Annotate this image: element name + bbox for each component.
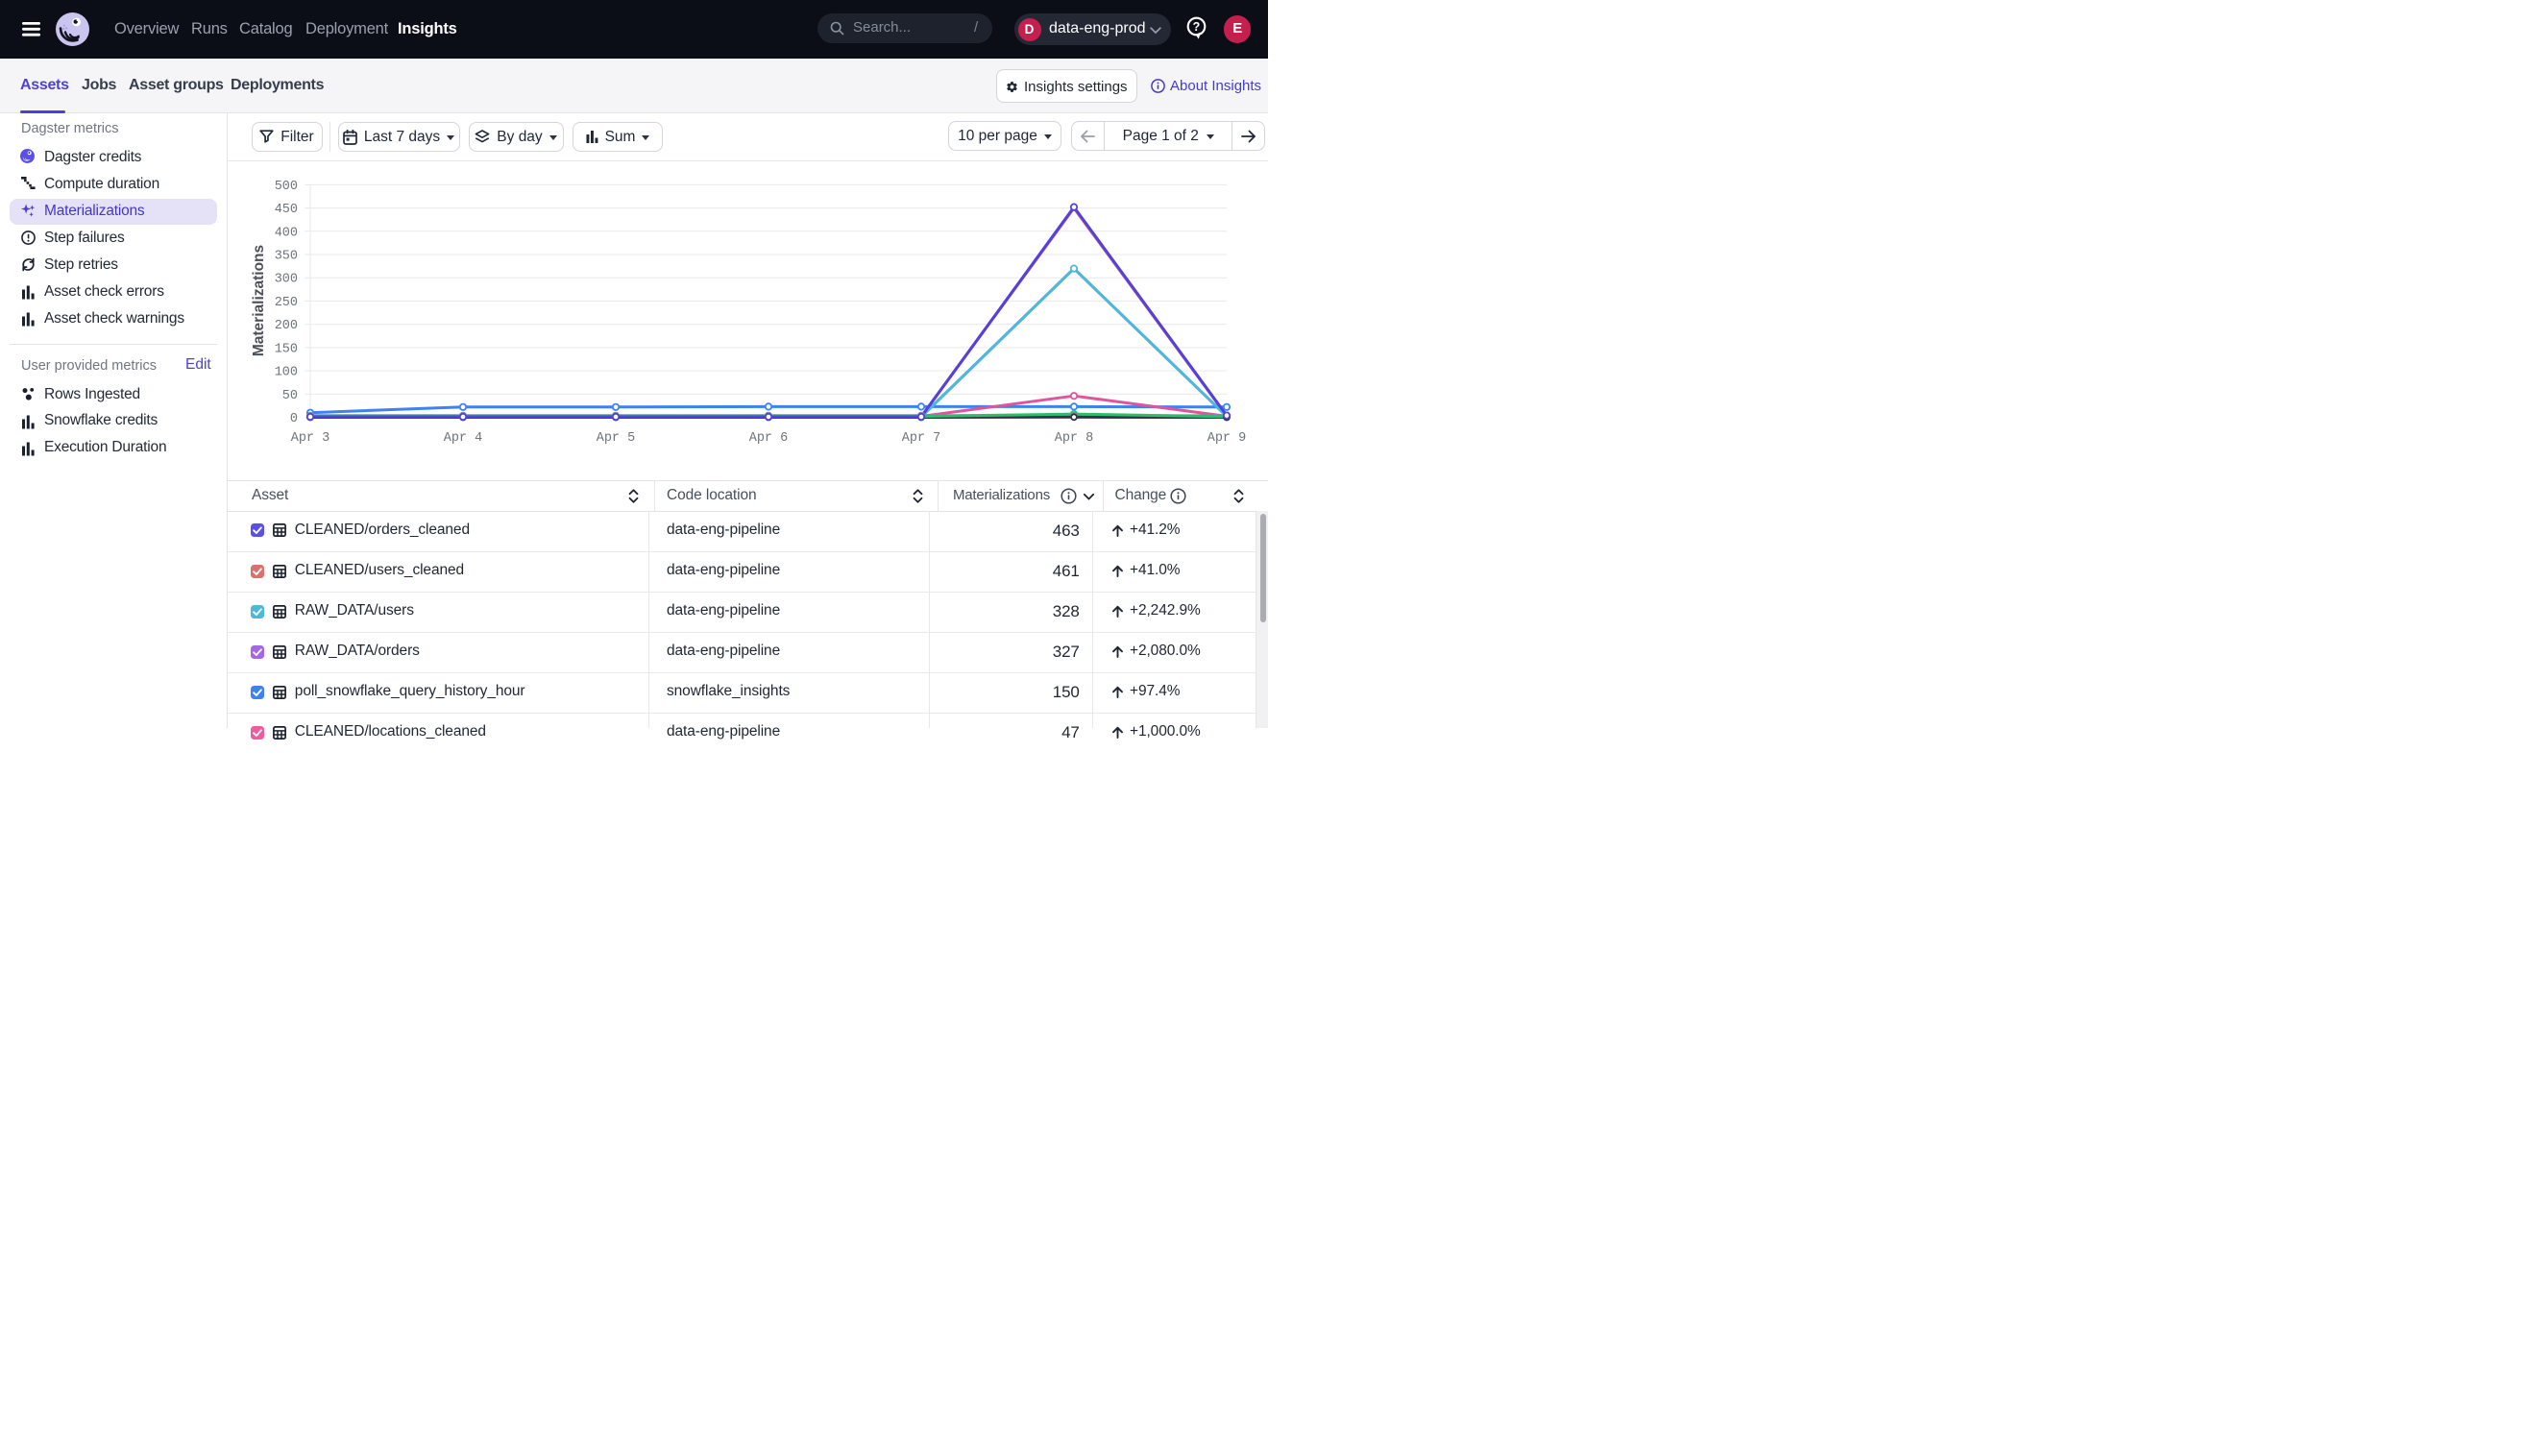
svg-text:200: 200 xyxy=(275,319,298,333)
svg-text:50: 50 xyxy=(282,389,298,403)
svg-text:?: ? xyxy=(1193,20,1201,34)
svg-text:150: 150 xyxy=(275,342,298,356)
svg-text:500: 500 xyxy=(275,180,298,194)
svg-text:Apr 7: Apr 7 xyxy=(902,431,941,446)
svg-text:400: 400 xyxy=(275,226,298,240)
svg-text:Apr 4: Apr 4 xyxy=(444,431,483,446)
svg-text:450: 450 xyxy=(275,203,298,217)
svg-text:Apr 9: Apr 9 xyxy=(1207,431,1247,446)
svg-text:250: 250 xyxy=(275,296,298,310)
svg-text:Apr 8: Apr 8 xyxy=(1055,431,1094,446)
svg-text:Apr 6: Apr 6 xyxy=(749,431,789,446)
svg-text:Apr 5: Apr 5 xyxy=(597,431,636,446)
svg-text:Materializations: Materializations xyxy=(251,245,267,356)
svg-text:300: 300 xyxy=(275,273,298,287)
svg-text:350: 350 xyxy=(275,250,298,264)
svg-text:100: 100 xyxy=(275,366,298,380)
svg-text:0: 0 xyxy=(290,412,298,426)
svg-text:Apr 3: Apr 3 xyxy=(291,431,330,446)
